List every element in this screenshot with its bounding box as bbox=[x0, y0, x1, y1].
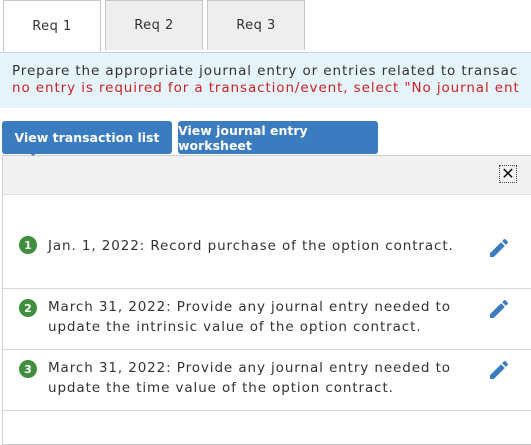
transaction-item: 1 Jan. 1, 2022: Record purchase of the o… bbox=[3, 228, 531, 289]
instructions-box: Prepare the appropriate journal entry or… bbox=[0, 52, 531, 108]
instruction-text: Prepare the appropriate journal entry or… bbox=[12, 63, 519, 79]
active-button-caret bbox=[22, 146, 44, 156]
transaction-description: March 31, 2022: Provide any journal entr… bbox=[48, 299, 451, 335]
pencil-icon[interactable] bbox=[487, 297, 511, 321]
view-journal-entry-worksheet-button[interactable]: View journal entry worksheet bbox=[178, 121, 378, 154]
transaction-description: Jan. 1, 2022: Record purchase of the opt… bbox=[48, 238, 454, 254]
instruction-warning-text: no entry is required for a transaction/e… bbox=[12, 80, 520, 96]
panel-header: ✕ bbox=[3, 156, 531, 195]
transaction-item: 2 March 31, 2022: Provide any journal en… bbox=[3, 289, 531, 350]
transaction-description: March 31, 2022: Provide any journal entr… bbox=[48, 360, 451, 396]
step-number-badge: 2 bbox=[19, 299, 37, 317]
tab-req-2[interactable]: Req 2 bbox=[105, 0, 203, 50]
tab-req-3[interactable]: Req 3 bbox=[207, 0, 305, 50]
step-number-badge: 1 bbox=[19, 236, 37, 254]
pencil-icon[interactable] bbox=[487, 358, 511, 382]
step-number-badge: 3 bbox=[19, 360, 37, 378]
transaction-item: 3 March 31, 2022: Provide any journal en… bbox=[3, 350, 531, 411]
tab-req-1[interactable]: Req 1 bbox=[3, 0, 101, 52]
transaction-list-panel: ✕ 1 Jan. 1, 2022: Record purchase of the… bbox=[2, 155, 531, 445]
pencil-icon[interactable] bbox=[487, 236, 511, 260]
close-icon[interactable]: ✕ bbox=[499, 165, 517, 183]
